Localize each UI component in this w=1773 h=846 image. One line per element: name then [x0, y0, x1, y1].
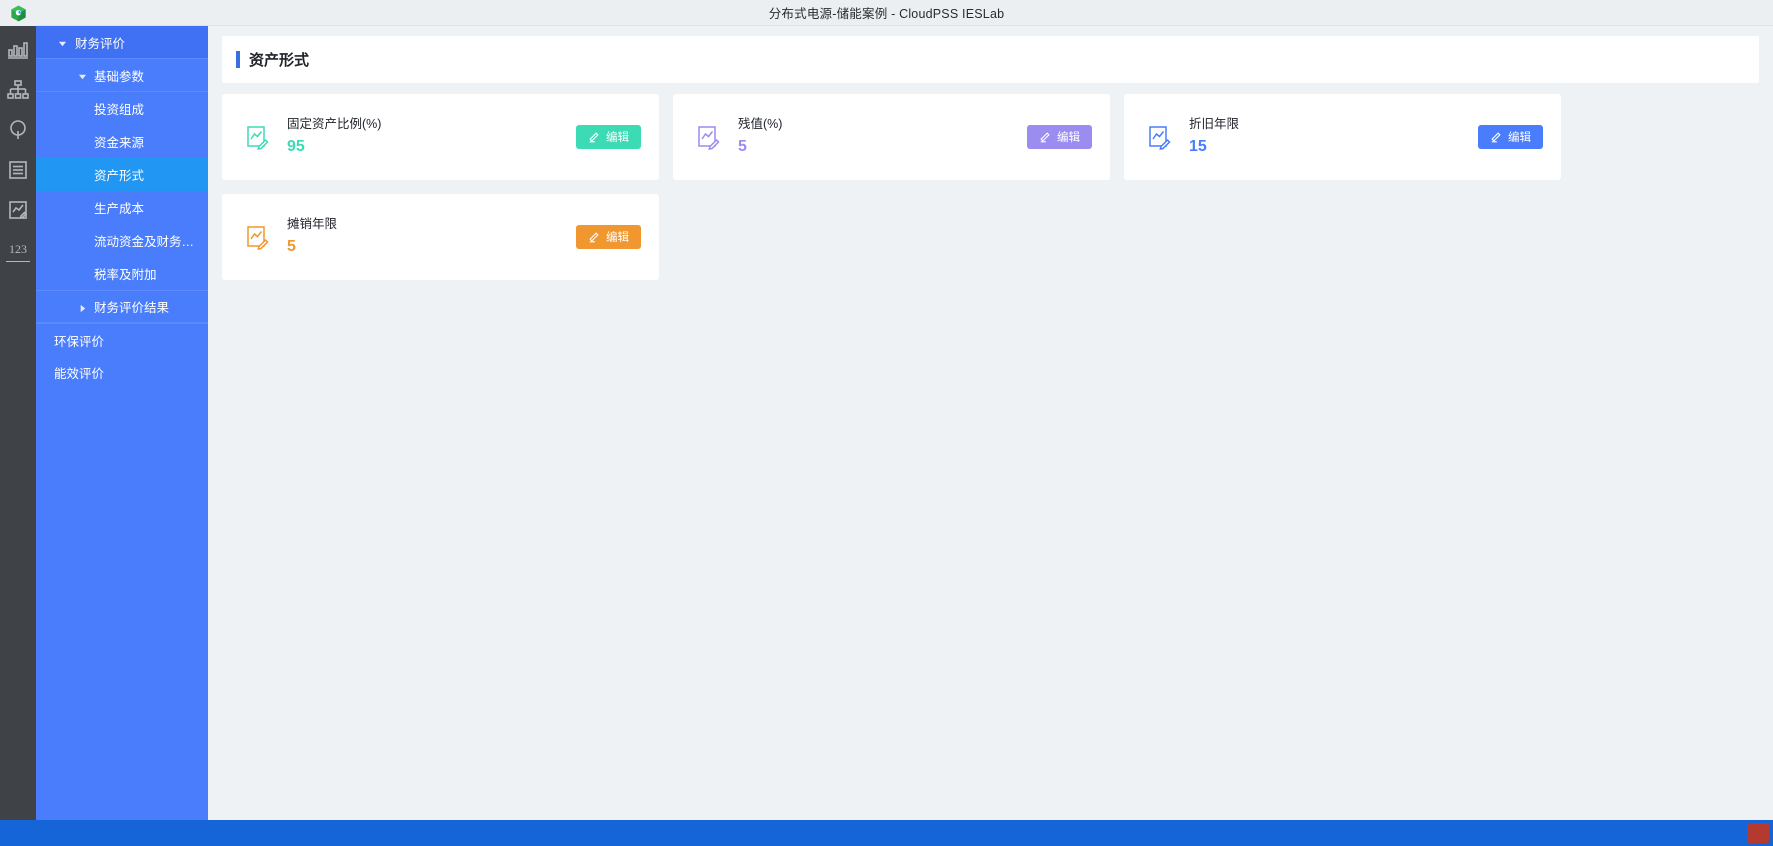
list-icon[interactable]	[6, 158, 30, 182]
card-value: 5	[738, 137, 747, 155]
number-icon[interactable]: 123	[6, 238, 30, 262]
sidebar-item-label: 生产成本	[94, 202, 145, 216]
edit-chart-icon	[697, 124, 721, 150]
bar-chart-icon[interactable]	[6, 38, 30, 62]
chevron-down-icon	[78, 70, 88, 80]
card-meta: 固定资产比例(%) 95	[287, 116, 576, 159]
sidebar-item-label: 财务评价	[75, 36, 126, 51]
edit-button[interactable]: 编辑	[576, 125, 641, 149]
edit-button[interactable]: 编辑	[576, 225, 641, 249]
window-title: 分布式电源-储能案例 - CloudPSS IESLab	[768, 7, 1005, 21]
sidebar-item-label: 资产形式	[94, 169, 145, 183]
sidebar-item-label: 流动资金及财务…	[94, 235, 195, 249]
sidebar-item-financial-evaluation[interactable]: 财务评价	[36, 26, 208, 59]
sidebar-item-label: 税率及附加	[94, 268, 157, 282]
card-label: 折旧年限	[1189, 116, 1240, 131]
card-value: 15	[1189, 137, 1207, 155]
edit-chart-icon[interactable]	[6, 198, 30, 222]
edit-button-label: 编辑	[1057, 132, 1080, 144]
sidebar-item-energy-efficiency-evaluation[interactable]: 能效评价	[36, 356, 208, 389]
card-meta: 折旧年限 15	[1189, 116, 1478, 159]
tray-app-icon[interactable]	[1747, 823, 1769, 843]
pencil-icon	[588, 231, 600, 243]
sidebar-item-investment-composition[interactable]: 投资组成	[36, 92, 208, 125]
chevron-right-icon	[78, 302, 88, 312]
sidebar-item-label: 投资组成	[94, 103, 145, 117]
sidebar-item-financial-results[interactable]: 财务评价结果	[36, 290, 208, 323]
pencil-icon	[1490, 131, 1502, 143]
card-value: 95	[287, 137, 305, 155]
parameter-card: 固定资产比例(%) 95 编辑	[222, 94, 659, 180]
edit-chart-icon	[246, 224, 270, 250]
sidebar-item-label: 能效评价	[54, 367, 105, 381]
main-content: 资产形式 固定资产比例(%) 95 编辑 残值(%) 5 编辑 折旧年限 15 …	[208, 26, 1773, 820]
sidebar-item-label: 财务评价结果	[94, 301, 170, 315]
edit-button[interactable]: 编辑	[1027, 125, 1092, 149]
sidebar-item-asset-form[interactable]: 资产形式	[36, 158, 208, 191]
icon-rail: 123	[0, 26, 36, 820]
page-title-accent-bar	[236, 51, 240, 68]
sidebar-item-production-cost[interactable]: 生产成本	[36, 191, 208, 224]
pencil-icon	[588, 131, 600, 143]
parameter-card: 残值(%) 5 编辑	[673, 94, 1110, 180]
sidebar-item-label: 资金来源	[94, 136, 145, 150]
card-value: 5	[287, 237, 296, 255]
taskbar	[0, 820, 1773, 846]
card-label: 固定资产比例(%)	[287, 116, 382, 131]
edit-button[interactable]: 编辑	[1478, 125, 1543, 149]
side-navigation: 财务评价 基础参数 投资组成 资金来源 资产形式 生产成本 流动资金及财务… 税…	[36, 26, 208, 820]
edit-button-label: 编辑	[1508, 132, 1531, 144]
sidebar-item-label: 环保评价	[54, 334, 105, 349]
lightbulb-icon[interactable]	[6, 118, 30, 142]
card-label: 摊销年限	[287, 216, 338, 231]
edit-button-label: 编辑	[606, 232, 629, 244]
parameter-card: 摊销年限 5 编辑	[222, 194, 659, 280]
topology-icon[interactable]	[6, 78, 30, 102]
sidebar-item-basic-parameters[interactable]: 基础参数	[36, 59, 208, 92]
card-label: 残值(%)	[738, 116, 783, 131]
sidebar-item-funding-source[interactable]: 资金来源	[36, 125, 208, 158]
sidebar-item-environmental-evaluation[interactable]: 环保评价	[36, 323, 208, 356]
page-title: 资产形式	[249, 52, 310, 69]
edit-chart-icon	[1148, 124, 1172, 150]
parameter-card: 折旧年限 15 编辑	[1124, 94, 1561, 180]
card-meta: 残值(%) 5	[738, 116, 1027, 159]
sidebar-item-tax-and-surcharge[interactable]: 税率及附加	[36, 257, 208, 290]
edit-chart-icon	[246, 124, 270, 150]
cloudpss-logo-icon	[0, 0, 36, 26]
chevron-down-icon	[58, 37, 68, 47]
card-meta: 摊销年限 5	[287, 216, 576, 259]
edit-button-label: 编辑	[606, 132, 629, 144]
parameter-card-grid: 固定资产比例(%) 95 编辑 残值(%) 5 编辑 折旧年限 15 编辑 摊销…	[222, 94, 1759, 280]
page-header: 资产形式	[222, 36, 1759, 83]
sidebar-item-working-capital[interactable]: 流动资金及财务…	[36, 224, 208, 257]
pencil-icon	[1039, 131, 1051, 143]
window-titlebar: 分布式电源-储能案例 - CloudPSS IESLab	[0, 0, 1773, 26]
